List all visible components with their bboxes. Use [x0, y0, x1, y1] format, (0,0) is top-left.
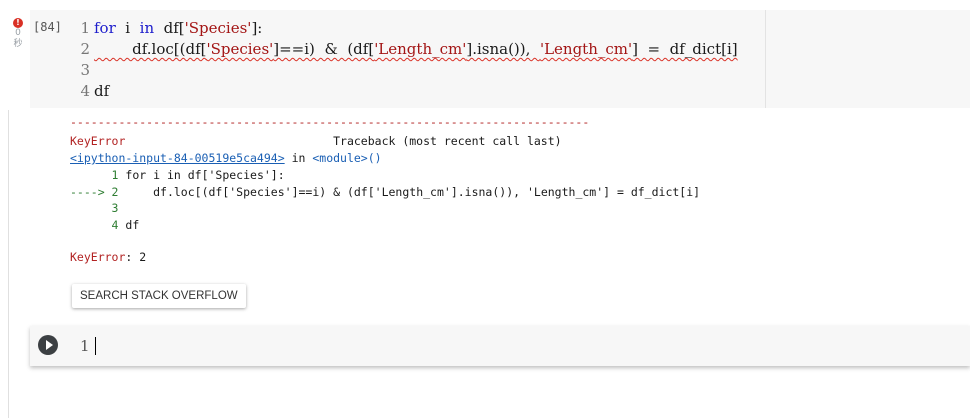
traceback-label: Traceback (most recent call last): [125, 134, 562, 148]
traceback-line: 4 df: [70, 218, 140, 232]
code-token: ].isna()),: [466, 40, 540, 58]
exec-timer: 0 秒: [13, 28, 23, 49]
code-token: 'Species': [184, 19, 252, 37]
traceback-arrow: ---->: [70, 185, 112, 199]
traceback-line: ----> 2 df.loc[(df['Species']==i) & (df[…: [70, 185, 700, 199]
line-number: 1: [80, 337, 90, 355]
traceback-arrow: [70, 168, 112, 182]
code-token: in: [139, 19, 155, 37]
error-name: KeyError: [70, 134, 126, 148]
code-token: 'Length_cm': [539, 40, 633, 58]
traceback-line-number: 3: [111, 201, 119, 215]
traceback-arrow: [70, 201, 112, 215]
code-token: 'Length_cm': [374, 40, 467, 58]
code-token: df[: [154, 19, 185, 37]
ipython-input-link[interactable]: <ipython-input-84-00519e5ca494>: [70, 151, 285, 165]
left-gutter-rule: [8, 110, 9, 418]
error-icon: !: [13, 18, 23, 28]
traceback-code: df.loc[(df['Species']==i) & (df['Length_…: [118, 185, 701, 199]
code-token: i: [115, 19, 140, 37]
line-number: 1: [80, 19, 90, 37]
line-number: 3: [80, 61, 90, 79]
line-number: 2: [80, 40, 90, 58]
code-line[interactable]: 4 df: [66, 82, 109, 100]
traceback-separator: ----------------------------------------…: [70, 115, 590, 129]
code-line[interactable]: 2 df.loc[(df['Species']==i) & (df['Lengt…: [66, 40, 738, 58]
traceback-header: KeyError Traceback (most recent call las…: [70, 134, 562, 148]
cell-column-divider: [765, 10, 766, 108]
final-error-name: KeyError: [70, 250, 126, 264]
play-icon[interactable]: [38, 335, 58, 355]
code-token: ] = df_dict[i]: [632, 40, 738, 58]
code-token: df: [94, 82, 110, 100]
traceback-arrow: [70, 218, 112, 232]
code-line[interactable]: 3: [66, 61, 94, 79]
code-token: ]:: [251, 19, 263, 37]
in-text: in: [284, 151, 313, 165]
traceback-line: 1 for i in df['Species']:: [70, 168, 285, 182]
traceback-location: <ipython-input-84-00519e5ca494> in <modu…: [70, 151, 382, 165]
cell-status[interactable]: ! 0 秒: [11, 18, 25, 50]
line-number: 4: [80, 82, 90, 100]
traceback-code: df: [118, 218, 140, 232]
code-line[interactable]: 1 for i in df['Species']:: [66, 19, 262, 37]
final-error-message: : 2: [125, 250, 147, 264]
code-token: for: [94, 19, 116, 37]
code-cell-new[interactable]: 1: [30, 326, 970, 366]
code-token: df.loc[(df[: [94, 40, 207, 58]
module-name: <module>(): [312, 151, 382, 165]
traceback-line: 3: [70, 201, 119, 215]
code-token: 'Species': [206, 40, 274, 58]
final-error: KeyError: 2: [70, 250, 146, 264]
execution-count: [84]: [33, 20, 62, 34]
code-token: ]==i) & (df[: [273, 40, 375, 58]
search-stack-overflow-button[interactable]: SEARCH STACK OVERFLOW: [72, 284, 246, 308]
text-cursor: [95, 337, 96, 355]
traceback-code: for i in df['Species']:: [118, 168, 285, 182]
